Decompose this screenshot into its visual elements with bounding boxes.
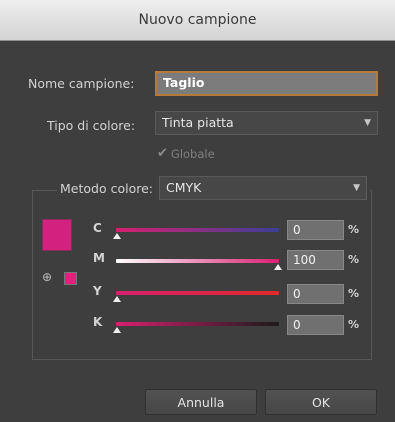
channel-y-value: 0 [293,287,301,301]
channel-k-label: K [93,315,103,329]
ok-button[interactable]: OK [265,389,377,415]
channel-y-slider[interactable] [116,291,279,295]
channel-y-thumb[interactable] [113,296,121,302]
channel-m-value: 100 [293,253,316,267]
title-bar: Nuovo campione [0,0,395,41]
swatch-name-value: Taglio [163,75,205,90]
channel-m-input[interactable]: 100 [287,250,344,270]
channel-k-input[interactable]: 0 [287,315,344,335]
channel-m-label: M [93,251,105,265]
channel-y-unit: % [348,287,360,300]
color-preview-swatch [42,219,72,251]
global-checkbox[interactable]: ✔ Globale [157,146,215,161]
channel-c-thumb[interactable] [113,233,121,239]
color-mode-value: CMYK [166,180,202,195]
swatch-name-label: Nome campione: [28,76,135,91]
color-type-select[interactable]: Tinta piatta ▼ [155,111,378,135]
cancel-button[interactable]: Annulla [145,389,257,415]
channel-m-thumb[interactable] [274,264,282,270]
gamut-swatch[interactable] [64,272,77,285]
swatch-name-input[interactable]: Taglio [155,71,378,96]
channel-k-value: 0 [293,318,301,332]
color-mode-select[interactable]: CMYK ▼ [159,176,367,200]
channel-y-label: Y [93,284,102,298]
color-mode-label: Metodo colore: [60,180,153,196]
channel-c-value: 0 [293,223,301,237]
channel-c-unit: % [348,223,360,236]
channel-c-input[interactable]: 0 [287,220,344,240]
color-type-label: Tipo di colore: [47,118,136,133]
gamut-warning-icon[interactable]: ⊕ [42,270,52,284]
global-label: Globale [170,146,215,161]
channel-m-slider[interactable] [116,259,279,263]
color-type-value: Tinta piatta [162,115,234,130]
channel-y-input[interactable]: 0 [287,284,344,304]
channel-c-slider[interactable] [116,228,279,232]
color-mode-row: Metodo colore: CMYK ▼ [57,176,370,200]
checkmark-icon: ✔ [157,146,168,161]
dialog-title: Nuovo campione [138,12,257,28]
channel-k-slider[interactable] [116,322,279,326]
chevron-down-icon: ▼ [364,118,371,128]
chevron-down-icon: ▼ [353,183,360,193]
channel-k-thumb[interactable] [113,327,121,333]
new-swatch-dialog: Nuovo campione Nome campione: Taglio Tip… [0,0,395,422]
channel-m-unit: % [348,253,360,266]
channel-k-unit: % [348,318,360,331]
channel-c-label: C [93,221,102,235]
